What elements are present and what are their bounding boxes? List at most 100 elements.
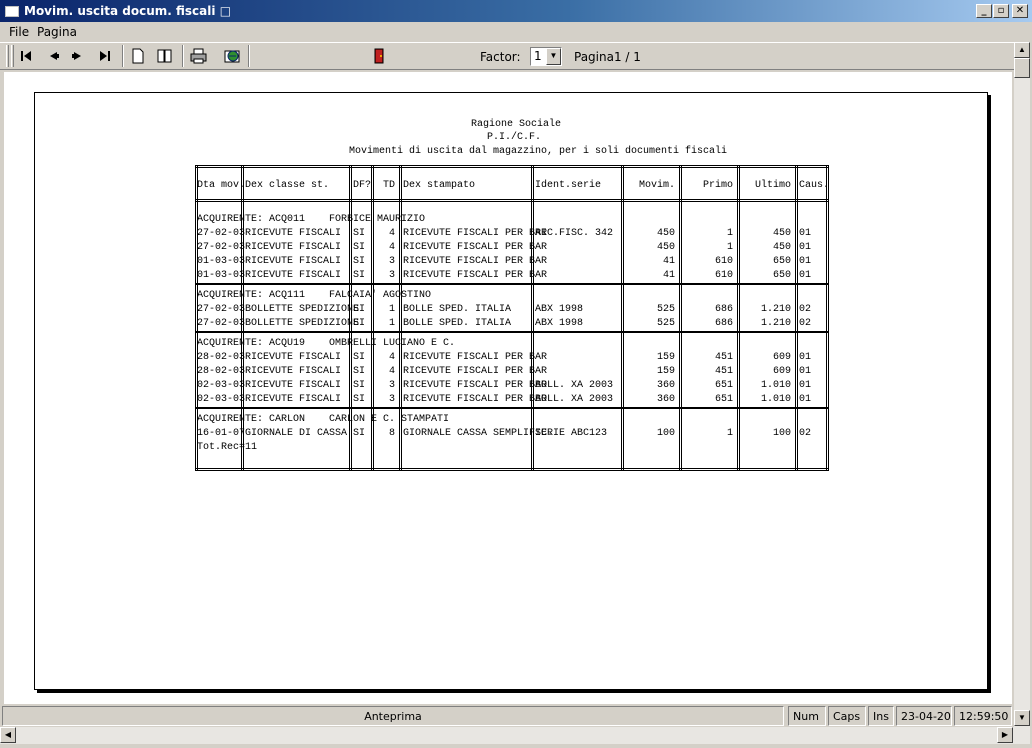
- table-cell: 650: [772, 256, 791, 267]
- table-cell: 01: [799, 394, 812, 405]
- column-header: Dex stampato: [403, 180, 476, 191]
- table-cell: 159: [656, 366, 675, 377]
- two-pages-button[interactable]: [154, 46, 176, 66]
- table-cell: SI: [353, 428, 366, 439]
- menu-file[interactable]: File: [9, 25, 29, 39]
- factor-label: Factor:: [480, 50, 521, 64]
- last-page-icon: [100, 51, 110, 61]
- table-cell: SERIE ABC123: [535, 428, 608, 439]
- horizontal-scrollbar[interactable]: ◀ ▶: [0, 727, 1030, 744]
- next-page-button[interactable]: [67, 46, 89, 66]
- table-top-rule: [195, 165, 829, 168]
- minimize-button[interactable]: _: [976, 4, 992, 18]
- table-cell: 1: [726, 242, 733, 253]
- table-cell: GIORNALE DI CASSA: [245, 428, 348, 439]
- table-cell: 28-02-03: [197, 366, 246, 377]
- column-header: Primo: [702, 180, 733, 191]
- column-header: Ultimo: [754, 180, 791, 191]
- maximize-button[interactable]: ▫: [993, 4, 1009, 18]
- last-page-button[interactable]: [94, 46, 116, 66]
- table-cell: 450: [656, 242, 675, 253]
- table-cell: 610: [714, 256, 733, 267]
- page-indicator: Pagina1 / 1: [574, 50, 641, 64]
- table-cell: BOLLE SPED. ITALIA: [403, 318, 512, 329]
- table-cell: 525: [656, 304, 675, 315]
- scroll-up-button[interactable]: ▲: [1014, 42, 1030, 58]
- column-rule: [371, 165, 374, 471]
- scroll-left-button[interactable]: ◀: [0, 727, 16, 743]
- table-cell: 27-02-03: [197, 304, 246, 315]
- column-rule: [621, 165, 624, 471]
- table-cell: 01: [799, 256, 812, 267]
- first-page-button[interactable]: [16, 46, 38, 66]
- toolbar-separator: [248, 45, 250, 67]
- single-page-button[interactable]: [127, 46, 149, 66]
- close-button[interactable]: ✕: [1012, 4, 1028, 18]
- table-cell: 01: [799, 242, 812, 253]
- print-button[interactable]: [188, 46, 210, 66]
- table-cell: 100: [772, 428, 791, 439]
- table-cell: 02: [799, 318, 812, 329]
- table-cell: RICEVUTE FISCALI PER BAR: [403, 242, 548, 253]
- column-rule: [679, 165, 682, 471]
- table-cell: RICEVUTE FISCALI: [245, 352, 342, 363]
- exit-button[interactable]: [368, 46, 390, 66]
- table-cell: 01: [799, 366, 812, 377]
- column-rule: [241, 165, 244, 471]
- vertical-scrollbar[interactable]: ▲ ▼: [1014, 42, 1030, 728]
- toolbar-grip-2[interactable]: [11, 45, 14, 67]
- first-page-icon: [21, 51, 31, 61]
- table-cell: 450: [656, 228, 675, 239]
- single-page-icon: [132, 48, 144, 64]
- column-header: Ident.serie: [535, 180, 602, 191]
- factor-value: 1: [534, 49, 542, 63]
- chevron-down-icon[interactable]: ▼: [546, 48, 561, 65]
- table-cell: 1: [726, 228, 733, 239]
- table-cell: 4: [388, 366, 395, 377]
- column-header: DF?: [353, 180, 372, 191]
- table-cell: 01: [799, 380, 812, 391]
- report-title: Movimenti di uscita dal magazzino, per i…: [349, 146, 728, 157]
- toolbar: Factor: 1 ▼ Pagina1 / 1: [0, 42, 1014, 70]
- total-label: Tot.Rec=: [197, 442, 246, 453]
- table-cell: SI: [353, 380, 366, 391]
- status-main: Anteprima: [2, 706, 784, 726]
- preview-area: Ragione Sociale P.I./C.F. Movimenti di u…: [4, 72, 1012, 704]
- app-icon[interactable]: [5, 6, 19, 17]
- group-separator: [195, 331, 829, 333]
- table-cell: 4: [388, 352, 395, 363]
- table-cell: 02-03-03: [197, 380, 246, 391]
- table-cell: SI: [353, 304, 366, 315]
- export-button[interactable]: [222, 46, 244, 66]
- column-rule: [531, 165, 534, 471]
- table-cell: RICEVUTE FISCALI PER BAR: [403, 270, 548, 281]
- table-cell: 27-02-03: [197, 318, 246, 329]
- table-cell: 451: [714, 366, 733, 377]
- table-cell: 01: [799, 228, 812, 239]
- menu-pagina[interactable]: Pagina: [37, 25, 77, 39]
- table-cell: RICEVUTE FISCALI: [245, 228, 342, 239]
- table-cell: ABX 1998: [535, 318, 584, 329]
- table-cell: 8: [388, 428, 395, 439]
- scroll-right-button[interactable]: ▶: [997, 727, 1013, 743]
- table-cell: 1: [726, 428, 733, 439]
- toolbar-separator: [122, 45, 124, 67]
- prev-page-button[interactable]: [42, 46, 64, 66]
- toolbar-grip[interactable]: [6, 45, 9, 67]
- report-page: Ragione Sociale P.I./C.F. Movimenti di u…: [34, 92, 988, 690]
- table-cell: RICEVUTE FISCALI PER BAR: [403, 228, 548, 239]
- table-cell: 650: [772, 270, 791, 281]
- factor-select[interactable]: 1 ▼: [530, 47, 562, 66]
- table-cell: SI: [353, 228, 366, 239]
- group-title: ACQUIRENTE: ACQ111 FALCAIA' AGOSTINO: [197, 290, 432, 301]
- table-cell: 28-02-03: [197, 352, 246, 363]
- table-cell: RICEVUTE FISCALI: [245, 270, 342, 281]
- scroll-thumb[interactable]: [1014, 58, 1030, 78]
- scroll-down-button[interactable]: ▼: [1014, 710, 1030, 726]
- table-cell: 1: [388, 304, 395, 315]
- table-bottom-rule: [195, 468, 829, 471]
- table-cell: 686: [714, 318, 733, 329]
- report-vat: P.I./C.F.: [487, 132, 542, 143]
- table-cell: BOLLE SPED. ITALIA: [403, 304, 512, 315]
- table-cell: RICEVUTE FISCALI PER BAR: [403, 366, 548, 377]
